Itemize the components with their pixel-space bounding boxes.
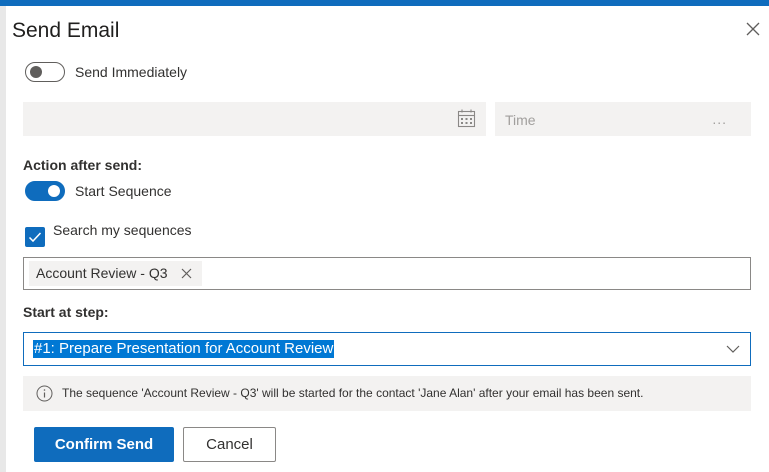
sequence-tag: Account Review - Q3 bbox=[29, 261, 202, 286]
date-field[interactable] bbox=[23, 102, 486, 136]
start-sequence-label: Start Sequence bbox=[75, 183, 172, 199]
checkmark-icon bbox=[28, 232, 42, 243]
confirm-send-button[interactable]: Confirm Send bbox=[34, 427, 174, 462]
search-sequences-label: Search my sequences bbox=[53, 222, 192, 238]
info-icon bbox=[36, 385, 53, 402]
action-after-send-heading: Action after send: bbox=[23, 157, 143, 173]
sequence-tag-label: Account Review - Q3 bbox=[36, 265, 168, 281]
send-immediately-toggle[interactable] bbox=[25, 62, 65, 82]
dialog-title: Send Email bbox=[12, 19, 120, 42]
toggle-knob bbox=[30, 66, 42, 78]
time-placeholder: Time bbox=[505, 112, 536, 128]
start-sequence-toggle[interactable] bbox=[25, 181, 65, 201]
calendar-icon[interactable] bbox=[457, 109, 476, 128]
toggle-knob bbox=[48, 185, 60, 197]
info-message-bar: The sequence 'Account Review - Q3' will … bbox=[23, 376, 751, 411]
start-at-step-heading: Start at step: bbox=[23, 304, 109, 320]
remove-tag-icon[interactable] bbox=[181, 268, 192, 279]
close-button[interactable] bbox=[744, 20, 762, 38]
chevron-down-icon bbox=[726, 345, 740, 353]
start-step-dropdown[interactable]: #1: Prepare Presentation for Account Rev… bbox=[23, 332, 751, 366]
time-more-icon: ... bbox=[712, 111, 727, 127]
search-sequences-checkbox[interactable] bbox=[25, 227, 45, 247]
time-field[interactable]: Time ... bbox=[495, 102, 751, 136]
info-message-text: The sequence 'Account Review - Q3' will … bbox=[62, 386, 644, 400]
start-step-selected: #1: Prepare Presentation for Account Rev… bbox=[33, 340, 335, 358]
send-email-dialog: Send Email Send Immediately Time ... Act… bbox=[6, 6, 769, 472]
cancel-button[interactable]: Cancel bbox=[183, 427, 276, 462]
sequence-picker[interactable]: Account Review - Q3 bbox=[23, 257, 751, 290]
send-immediately-label: Send Immediately bbox=[75, 64, 188, 80]
close-icon bbox=[746, 22, 760, 36]
